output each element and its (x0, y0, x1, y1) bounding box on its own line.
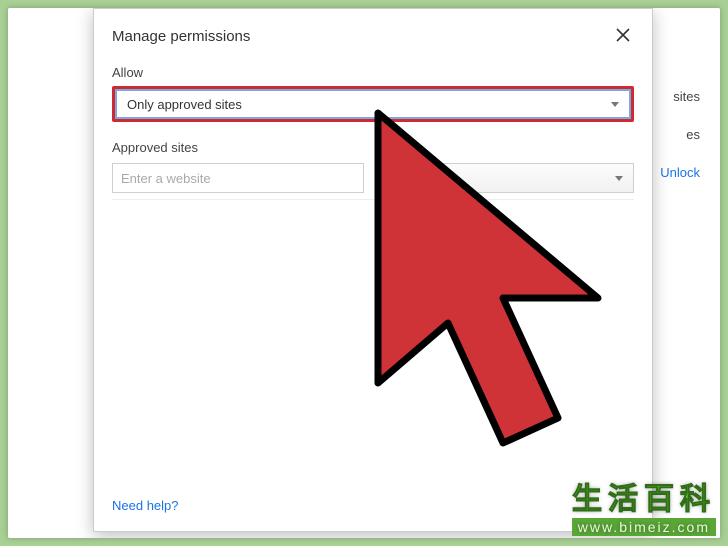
dialog-title: Manage permissions (112, 28, 250, 45)
approved-sites-label: Approved sites (112, 140, 364, 155)
watermark-url: www.bimeiz.com (572, 518, 716, 536)
page-frame: sites es ocked Unlock Manage permissions… (8, 8, 720, 538)
behavior-select[interactable]: Allow (382, 163, 634, 193)
bg-text: es (686, 127, 700, 142)
dialog-body: Allow Only approved sites Approved sites… (94, 61, 652, 484)
allow-select[interactable]: Only approved sites (116, 90, 630, 118)
close-button[interactable] (612, 25, 634, 47)
dialog-footer: Need help? (94, 484, 652, 531)
behavior-column: Beha Allow (382, 140, 634, 193)
manage-permissions-dialog: Manage permissions Allow Only approved s… (93, 8, 653, 532)
dialog-header: Manage permissions (94, 9, 652, 61)
website-input[interactable]: Enter a website (112, 163, 364, 193)
unlock-link[interactable]: Unlock (660, 165, 700, 180)
approved-sites-list (112, 199, 634, 484)
watermark-title: 生活百科 (572, 474, 716, 518)
behavior-select-value: Allow (393, 171, 424, 186)
watermark: 生活百科 www.bimeiz.com (572, 474, 716, 536)
chevron-down-icon (611, 102, 619, 107)
close-icon (616, 28, 630, 42)
allow-select-value: Only approved sites (127, 97, 242, 112)
website-input-placeholder: Enter a website (121, 171, 211, 186)
allow-select-highlight: Only approved sites (112, 86, 634, 122)
chevron-down-icon (615, 176, 623, 181)
bg-text: sites (673, 89, 700, 104)
allow-label: Allow (112, 65, 634, 80)
columns: Approved sites Enter a website Beha Allo… (112, 140, 634, 193)
behavior-label: Beha (382, 140, 634, 155)
approved-sites-column: Approved sites Enter a website (112, 140, 364, 193)
need-help-link[interactable]: Need help? (112, 498, 179, 513)
